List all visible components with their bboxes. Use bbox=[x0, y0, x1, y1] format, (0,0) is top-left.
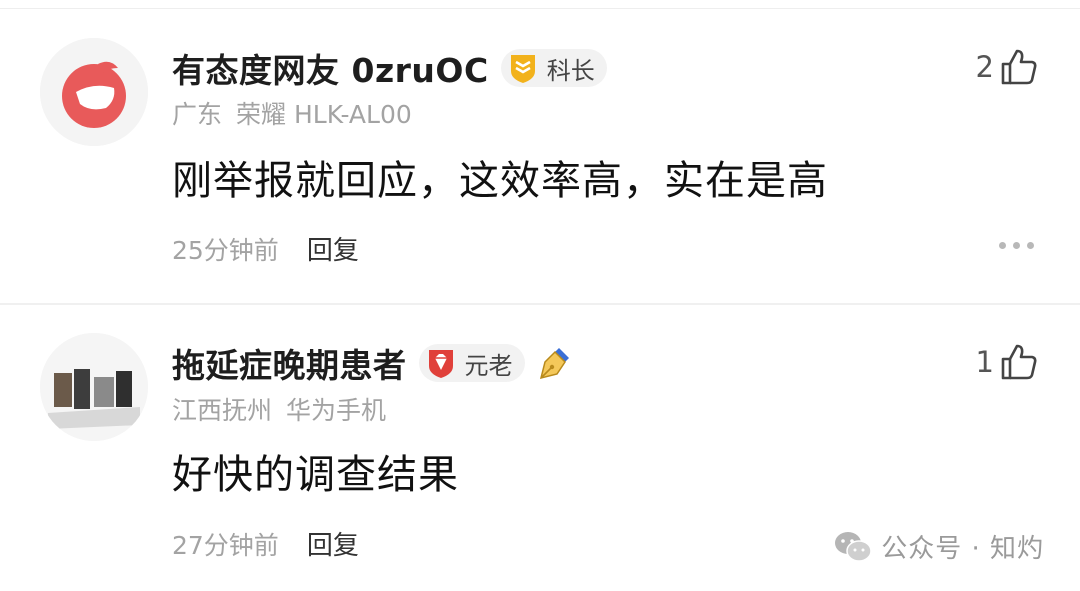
location: 江西抚州 bbox=[172, 396, 273, 425]
thumbs-up-icon bbox=[1001, 344, 1037, 380]
rank-badge[interactable]: 科长 bbox=[500, 49, 607, 87]
avatar[interactable] bbox=[40, 333, 148, 441]
username[interactable]: 拖延症晚期患者 bbox=[172, 339, 407, 387]
location-info: 广东 荣耀 HLK-AL00 bbox=[172, 95, 426, 131]
avatar[interactable] bbox=[40, 38, 148, 146]
avatar-logo-icon bbox=[40, 38, 148, 146]
device: 华为手机 bbox=[286, 396, 387, 425]
reply-button[interactable]: 回复 bbox=[307, 230, 359, 267]
device: 荣耀 HLK-AL00 bbox=[236, 100, 412, 129]
like-button[interactable]: 2 bbox=[976, 46, 1040, 88]
thumbs-up-icon bbox=[1001, 49, 1037, 85]
comment-item: 有态度网友 0zruOC 科长 广东 荣耀 HLK-AL00 刚举报就回应，这效率… bbox=[0, 0, 1080, 303]
timestamp: 25分钟前 bbox=[172, 235, 279, 265]
badge-label: 元老 bbox=[464, 351, 513, 380]
comment-meta: 25分钟前 回复 bbox=[172, 230, 359, 267]
watermark-text: 公众号 · 知灼 bbox=[881, 534, 1044, 564]
name-row: 拖延症晚期患者 元老 bbox=[172, 340, 573, 386]
location: 广东 bbox=[172, 100, 223, 129]
like-count: 2 bbox=[975, 50, 994, 84]
name-row: 有态度网友 0zruOC 科长 bbox=[172, 45, 607, 91]
comment-text: 刚举报就回应，这效率高，实在是高 bbox=[172, 158, 828, 204]
timestamp: 27分钟前 bbox=[172, 530, 279, 560]
gem-shield-icon bbox=[428, 350, 453, 378]
reply-button[interactable]: 回复 bbox=[307, 525, 359, 562]
username[interactable]: 有态度网友 0zruOC bbox=[172, 44, 489, 92]
rank-badge[interactable]: 元老 bbox=[418, 344, 525, 382]
comment-meta: 27分钟前 回复 bbox=[172, 525, 359, 562]
badge-label: 科长 bbox=[546, 56, 595, 85]
wechat-icon bbox=[835, 531, 872, 562]
avatar-photo-icon bbox=[40, 333, 148, 441]
like-count: 1 bbox=[975, 345, 994, 379]
more-options-icon[interactable] bbox=[992, 242, 1034, 249]
location-info: 江西抚州 华为手机 bbox=[172, 391, 400, 427]
like-button[interactable]: 1 bbox=[976, 341, 1040, 383]
rank-shield-icon bbox=[510, 55, 535, 83]
watermark: 公众号 · 知灼 bbox=[833, 528, 1044, 565]
comment-text: 好快的调查结果 bbox=[172, 452, 459, 498]
fountain-pen-icon bbox=[539, 348, 569, 380]
